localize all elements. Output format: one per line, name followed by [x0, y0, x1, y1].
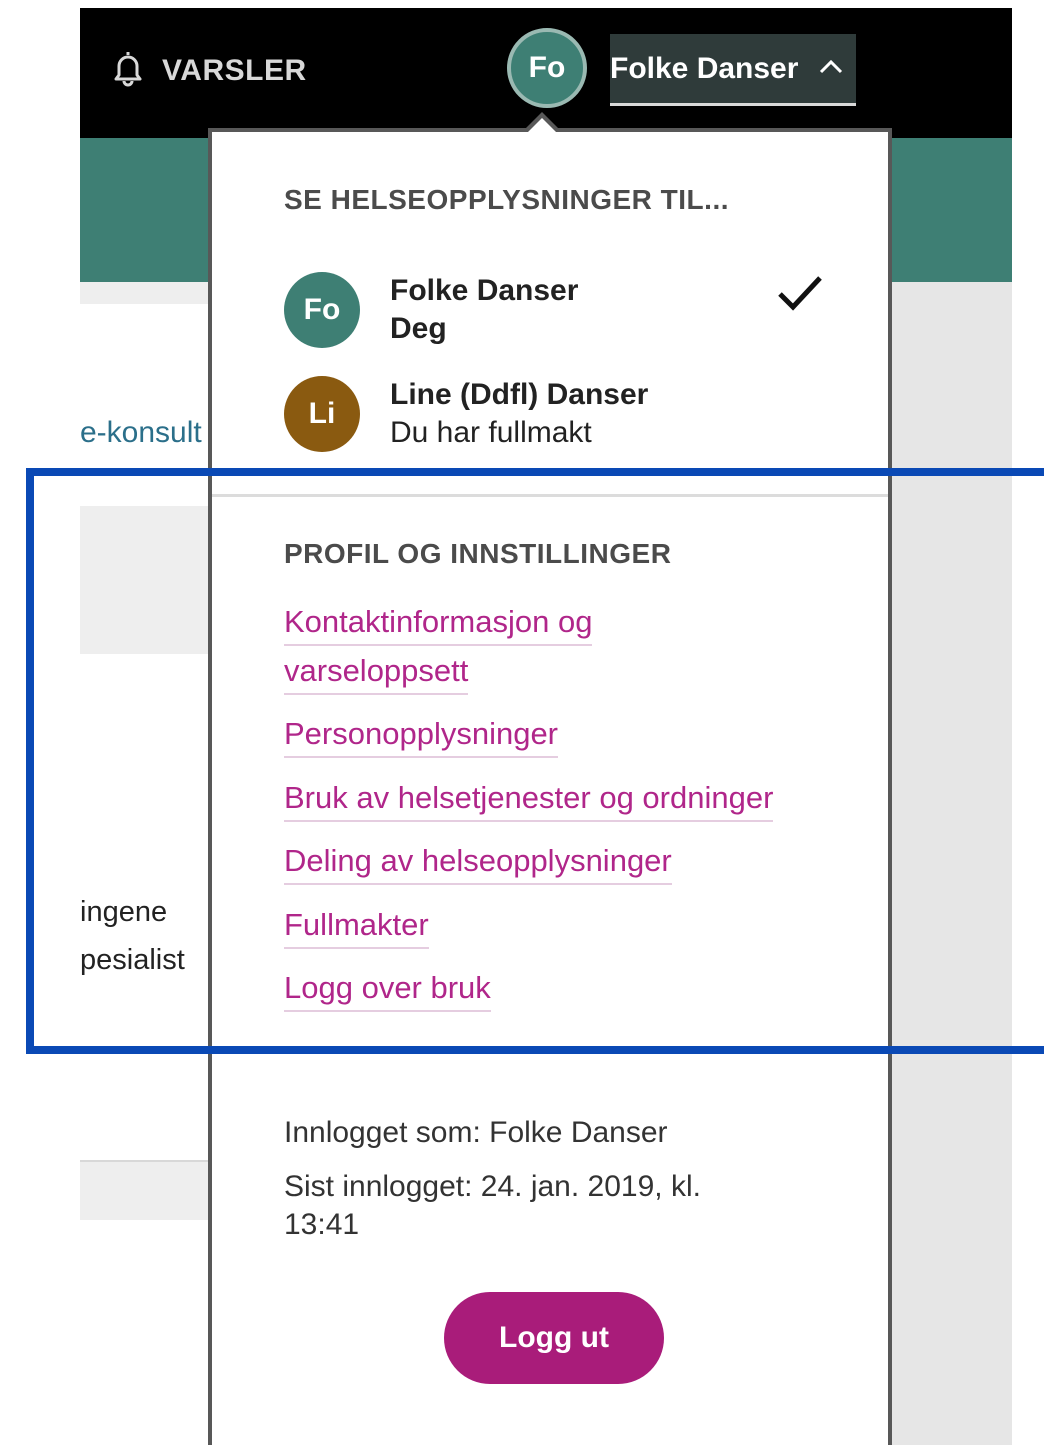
- link-proxies[interactable]: Fullmakter: [284, 903, 429, 949]
- user-dropdown-menu: SE HELSEOPPLYSNINGER TIL... Fo Folke Dan…: [208, 128, 892, 1445]
- background-text: pesialist: [80, 944, 185, 976]
- link-health-services-usage[interactable]: Bruk av helsetjenester og ordninger: [284, 776, 774, 822]
- side-panel: [892, 282, 1012, 1445]
- person-subtitle: Du har fullmakt: [390, 416, 592, 449]
- person-name: Line (Ddfl) Danser: [390, 378, 649, 411]
- background-card: [80, 506, 212, 654]
- last-login-line1: Sist innlogget: 24. jan. 2019, kl.: [284, 1170, 701, 1203]
- link-personal-info[interactable]: Personopplysninger: [284, 712, 559, 758]
- user-menu-button[interactable]: Folke Danser: [610, 34, 856, 106]
- bell-icon: [108, 48, 148, 93]
- user-name: Folke Danser: [610, 51, 799, 85]
- dropdown-caret-fill: [528, 118, 556, 132]
- section-heading-health-info: SE HELSEOPPLYSNINGER TIL...: [284, 184, 729, 215]
- divider: [212, 494, 888, 497]
- person-option-line[interactable]: Li Line (Ddfl) Danser Du har fullmakt: [284, 376, 824, 452]
- notifications-button[interactable]: VARSLER: [108, 48, 307, 93]
- user-avatar[interactable]: Fo: [507, 28, 587, 108]
- logout-button[interactable]: Logg ut: [444, 1292, 664, 1384]
- link-health-info-sharing[interactable]: Deling av helseopplysninger: [284, 839, 672, 885]
- logged-in-as: Innlogget som: Folke Danser: [284, 1116, 668, 1149]
- avatar: Fo: [284, 272, 360, 348]
- background-card: [80, 1160, 212, 1220]
- avatar: Li: [284, 376, 360, 452]
- chevron-up-icon: [818, 57, 844, 80]
- link-usage-log[interactable]: Logg over bruk: [284, 966, 491, 1012]
- background-text: ingene: [80, 896, 168, 928]
- link-contact-info-cont[interactable]: varseloppsett: [284, 649, 469, 695]
- person-option-self[interactable]: Fo Folke Danser Deg: [284, 272, 824, 348]
- checkmark-icon: [776, 274, 824, 319]
- person-name: Folke Danser: [390, 274, 579, 307]
- notifications-label: VARSLER: [162, 53, 307, 87]
- background-link[interactable]: e-konsult: [80, 416, 202, 450]
- section-heading-profile: PROFIL OG INNSTILLINGER: [284, 538, 672, 569]
- person-subtitle: Deg: [390, 312, 447, 345]
- last-login-line2: 13:41: [284, 1208, 360, 1241]
- link-contact-info[interactable]: Kontaktinformasjon og: [284, 600, 593, 646]
